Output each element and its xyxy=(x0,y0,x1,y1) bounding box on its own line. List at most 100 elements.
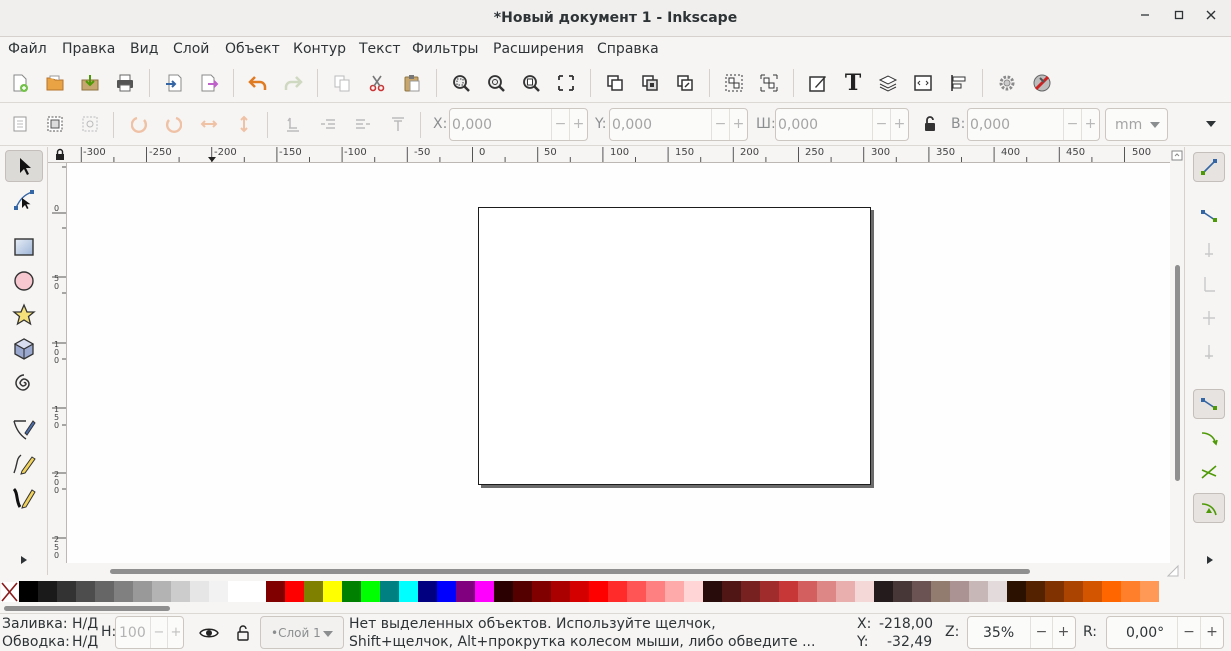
color-swatch[interactable] xyxy=(627,581,646,602)
selector-tool[interactable] xyxy=(5,150,43,182)
snap-bbox-midpoints-button[interactable] xyxy=(1193,303,1225,333)
color-swatch[interactable] xyxy=(608,581,627,602)
document-properties-button[interactable] xyxy=(994,70,1020,96)
rotate-cw-button[interactable] xyxy=(160,111,186,137)
color-swatch[interactable] xyxy=(1007,581,1026,602)
color-swatch[interactable] xyxy=(703,581,722,602)
minimize-button[interactable] xyxy=(1134,8,1156,28)
color-swatch[interactable] xyxy=(285,581,304,602)
layers-button[interactable] xyxy=(875,70,901,96)
close-button[interactable] xyxy=(1200,8,1222,28)
3d-box-tool[interactable] xyxy=(5,333,43,365)
select-all-button[interactable] xyxy=(7,111,33,137)
width-decrement-button[interactable]: − xyxy=(872,109,890,140)
current-layer-dropdown[interactable]: •Слой 1 xyxy=(260,616,344,649)
color-swatch[interactable] xyxy=(171,581,190,602)
new-document-button[interactable] xyxy=(7,70,33,96)
color-swatch[interactable] xyxy=(494,581,513,602)
zoom-in-button[interactable]: + xyxy=(1052,617,1074,648)
guide-lock-icon[interactable] xyxy=(54,148,66,161)
raise-top-button[interactable] xyxy=(385,111,411,137)
x-decrement-button[interactable]: − xyxy=(551,109,569,140)
preferences-button[interactable] xyxy=(1029,70,1055,96)
group-button[interactable] xyxy=(721,70,747,96)
snap-nodes-button[interactable] xyxy=(1193,389,1225,419)
color-swatch[interactable] xyxy=(969,581,988,602)
lock-proportions-button[interactable] xyxy=(917,111,943,137)
color-swatch[interactable] xyxy=(380,581,399,602)
color-swatch[interactable] xyxy=(304,581,323,602)
color-swatch[interactable] xyxy=(38,581,57,602)
duplicate-button[interactable] xyxy=(602,70,628,96)
opacity-increment-button[interactable]: + xyxy=(167,617,184,648)
no-paint-swatch[interactable] xyxy=(1,582,18,602)
color-swatch[interactable] xyxy=(760,581,779,602)
chevron-right-icon[interactable] xyxy=(20,555,28,565)
chevron-right-icon[interactable] xyxy=(1206,555,1214,565)
color-swatch[interactable] xyxy=(779,581,798,602)
toggle-layer-lock-button[interactable] xyxy=(230,621,256,645)
menu-edit[interactable]: Правка xyxy=(62,41,115,57)
raise-button[interactable] xyxy=(350,111,376,137)
cut-button[interactable] xyxy=(364,70,390,96)
import-button[interactable] xyxy=(161,70,187,96)
redo-button[interactable] xyxy=(280,70,306,96)
color-swatch[interactable] xyxy=(1083,581,1102,602)
color-swatch[interactable] xyxy=(1026,581,1045,602)
rotate-cw-button[interactable]: + xyxy=(1200,617,1223,648)
color-swatch[interactable] xyxy=(817,581,836,602)
color-swatch[interactable] xyxy=(798,581,817,602)
rotate-spinbox[interactable]: 0,00° − + xyxy=(1106,616,1224,649)
text-font-button[interactable]: T xyxy=(840,70,866,96)
color-swatch[interactable] xyxy=(1140,581,1159,602)
zoom-page-button[interactable] xyxy=(518,70,544,96)
print-button[interactable] xyxy=(112,70,138,96)
color-swatch[interactable] xyxy=(133,581,152,602)
y-spinbox[interactable]: 0,000 − + xyxy=(609,108,748,141)
y-decrement-button[interactable]: − xyxy=(711,109,729,140)
palette-scrollbar-thumb[interactable] xyxy=(4,606,170,611)
save-button[interactable] xyxy=(77,70,103,96)
rectangle-tool[interactable] xyxy=(5,231,43,263)
snap-bbox-centers-button[interactable] xyxy=(1193,337,1225,367)
snap-bbox-corners-button[interactable] xyxy=(1193,269,1225,299)
color-swatch[interactable] xyxy=(855,581,874,602)
undo-button[interactable] xyxy=(245,70,271,96)
pencil-tool[interactable] xyxy=(5,448,43,480)
bezier-tool[interactable] xyxy=(5,414,43,446)
color-swatch[interactable] xyxy=(646,581,665,602)
zoom-correction-icon[interactable] xyxy=(1170,147,1184,163)
menu-view[interactable]: Вид xyxy=(130,41,158,57)
snap-intersections-button[interactable] xyxy=(1193,457,1225,487)
snap-bbox-button[interactable] xyxy=(1193,201,1225,231)
color-swatch[interactable] xyxy=(874,581,893,602)
lower-button[interactable] xyxy=(315,111,341,137)
xml-editor-button[interactable] xyxy=(910,70,936,96)
color-swatch[interactable] xyxy=(741,581,760,602)
toggle-layer-visibility-button[interactable] xyxy=(195,621,223,645)
x-increment-button[interactable]: + xyxy=(569,109,587,140)
opacity-spinbox[interactable]: 100 − + xyxy=(115,616,184,649)
color-swatch[interactable] xyxy=(513,581,532,602)
lower-bottom-button[interactable] xyxy=(280,111,306,137)
color-swatch[interactable] xyxy=(988,581,1007,602)
snap-paths-button[interactable] xyxy=(1193,423,1225,453)
color-swatch[interactable] xyxy=(931,581,950,602)
vertical-scrollbar-thumb[interactable] xyxy=(1175,265,1180,481)
color-swatch[interactable] xyxy=(190,581,209,602)
color-swatch[interactable] xyxy=(950,581,969,602)
color-swatch[interactable] xyxy=(1102,581,1121,602)
menu-text[interactable]: Текст xyxy=(359,41,400,57)
calligraphy-tool[interactable] xyxy=(5,482,43,514)
color-swatch[interactable] xyxy=(1121,581,1140,602)
snap-toggle-button[interactable] xyxy=(1193,152,1225,182)
menu-extensions[interactable]: Расширения xyxy=(493,41,584,57)
width-increment-button[interactable]: + xyxy=(890,109,908,140)
color-swatch[interactable] xyxy=(418,581,437,602)
zoom-out-button[interactable]: − xyxy=(1030,617,1052,648)
paste-button[interactable] xyxy=(399,70,425,96)
menu-filters[interactable]: Фильтры xyxy=(412,41,478,57)
x-spinbox[interactable]: 0,000 − + xyxy=(449,108,588,141)
menu-file[interactable]: Файл xyxy=(8,41,47,57)
color-swatch[interactable] xyxy=(342,581,361,602)
